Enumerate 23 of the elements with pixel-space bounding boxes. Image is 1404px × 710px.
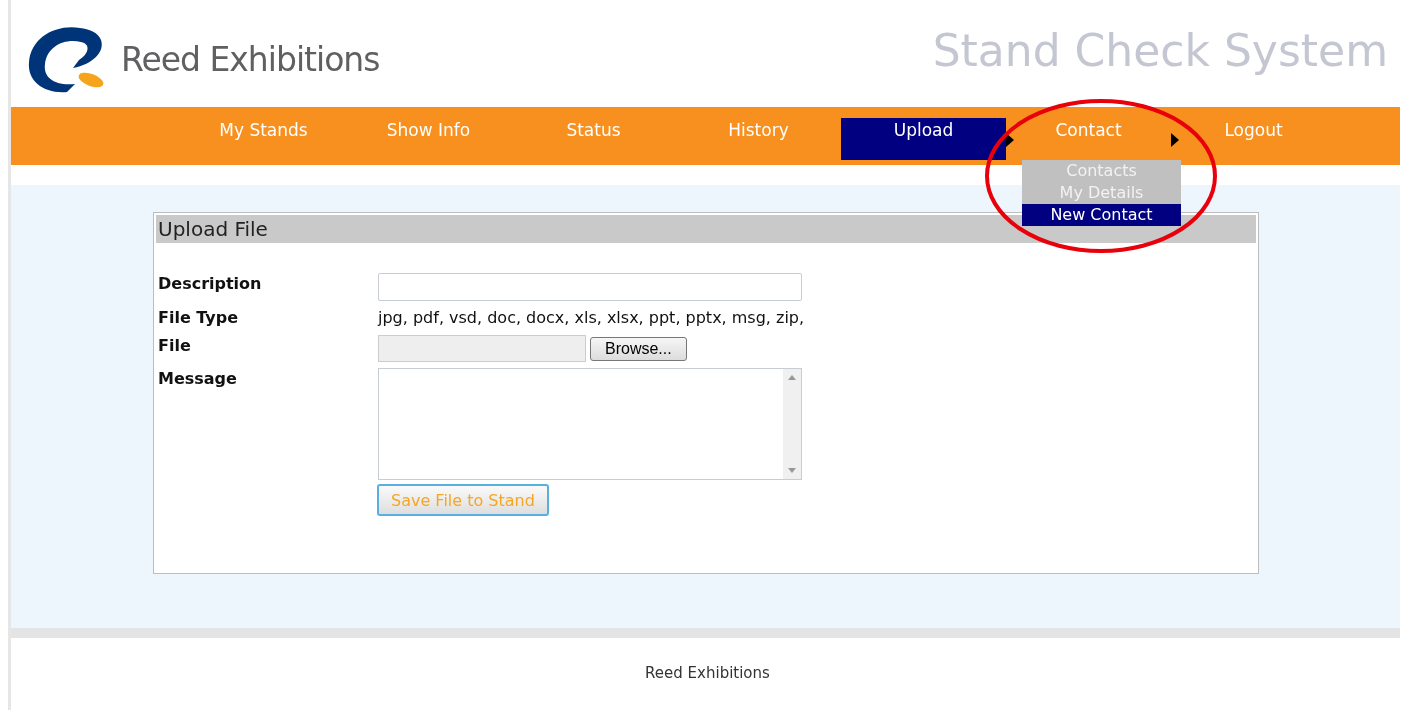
field-label: File Type [158, 307, 240, 329]
scrollbar[interactable] [783, 369, 801, 479]
site-title: Stand Check System [932, 25, 1388, 76]
nav-tab[interactable]: History [676, 118, 841, 160]
message-textarea[interactable] [378, 368, 802, 480]
field-label: Message [158, 368, 238, 390]
scroll-down-icon[interactable] [788, 468, 796, 473]
field-label: File [158, 335, 192, 357]
nav-tab[interactable]: Logout [1171, 118, 1336, 160]
field-label: Description [158, 273, 263, 295]
logo-text: Reed Exhibitions [121, 40, 380, 79]
file-path-field[interactable] [378, 335, 586, 362]
description-input[interactable] [378, 273, 802, 301]
nav-tab[interactable]: Upload [841, 118, 1006, 160]
nav-tab[interactable]: Status [511, 118, 676, 160]
scroll-up-icon[interactable] [788, 375, 796, 380]
save-button[interactable]: Save File to Stand [377, 484, 549, 516]
nav-tab[interactable]: Contact [1006, 118, 1171, 160]
footer-text: Reed Exhibitions [645, 664, 770, 684]
nav-tab[interactable]: Show Info [346, 118, 511, 160]
browse-button[interactable]: Browse... [590, 336, 687, 361]
file-type-list: jpg, pdf, vsd, doc, docx, xls, xlsx, ppt, pptx, msg, zip, [378, 307, 1256, 329]
nav-tab[interactable]: My Stands [181, 118, 346, 160]
